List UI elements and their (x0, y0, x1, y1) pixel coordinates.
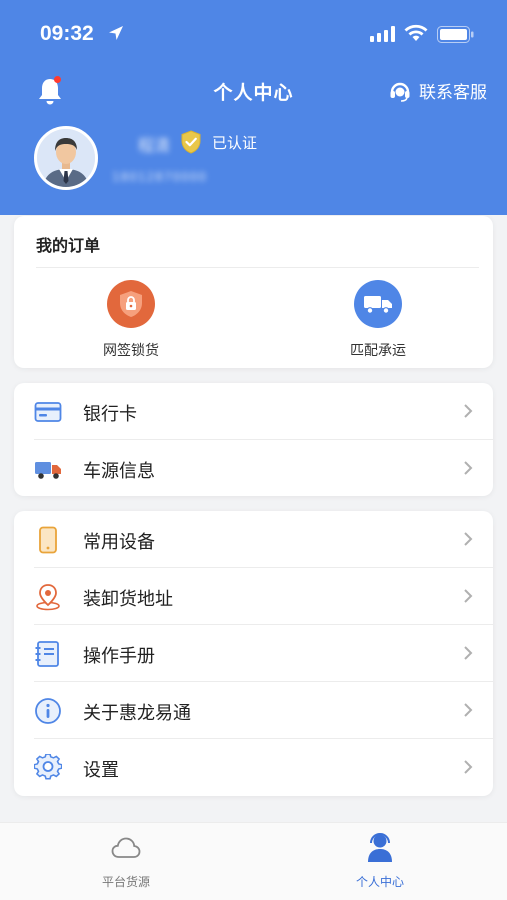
order-item-label: 匹配承运 (350, 343, 406, 359)
gear-icon (34, 754, 62, 780)
menu-item-label: 操作手册 (83, 646, 155, 667)
menu-item-about[interactable]: 关于惠龙易通 (14, 682, 493, 739)
cloud-icon (111, 837, 141, 858)
menu-item-vehicle-info[interactable]: 车源信息 (14, 440, 493, 497)
chevron-right-icon (464, 646, 473, 660)
menu-item-label: 车源信息 (83, 461, 155, 482)
user-phone: 18012870000 (112, 170, 207, 184)
bottom-tab-bar: 平台货源 个人中心 (0, 822, 507, 900)
manual-book-icon (35, 641, 59, 667)
verified-label: 已认证 (212, 133, 258, 152)
truck-icon (35, 462, 61, 479)
menu-item-label: 设置 (83, 760, 119, 781)
customer-service-button[interactable]: 联系客服 (389, 78, 487, 103)
menu-item-bank-card[interactable]: 银行卡 (14, 383, 493, 440)
status-bar: 09:32 (0, 0, 507, 66)
profile-section: 程清 已认证 18012870000 (0, 124, 507, 204)
orders-title: 我的订单 (36, 236, 101, 255)
verified-badge: 已认证 (180, 130, 257, 154)
menu-item-manual[interactable]: 操作手册 (14, 625, 493, 682)
chevron-right-icon (464, 760, 473, 774)
chevron-right-icon (464, 589, 473, 603)
menu-item-label: 装卸货地址 (83, 589, 173, 610)
avatar[interactable] (34, 126, 98, 190)
tab-personal-center[interactable]: 个人中心 (320, 833, 440, 890)
chevron-right-icon (464, 703, 473, 717)
headset-icon (390, 82, 410, 102)
tab-platform-supply[interactable]: 平台货源 (66, 833, 186, 890)
battery-icon (437, 26, 474, 43)
menu-item-label: 关于惠龙易通 (83, 703, 191, 724)
menu-item-settings[interactable]: 设置 (14, 739, 493, 796)
location-arrow-icon (109, 26, 123, 40)
tab-label: 平台货源 (101, 875, 150, 889)
menu-item-label: 常用设备 (83, 532, 155, 553)
user-name: 程清 (138, 136, 171, 155)
chevron-right-icon (464, 461, 473, 475)
order-item-match-carrier[interactable]: 匹配承运 (308, 280, 448, 360)
user-avatar-icon (37, 129, 95, 187)
chevron-right-icon (464, 404, 473, 418)
verified-shield-icon (181, 130, 201, 154)
divider (36, 267, 479, 268)
nav-header: 个人中心 联系客服 (0, 70, 507, 112)
customer-service-label: 联系客服 (419, 83, 487, 103)
location-pin-icon (36, 584, 60, 611)
chevron-right-icon (464, 532, 473, 546)
tab-label: 个人中心 (355, 875, 404, 889)
user-icon (368, 833, 392, 862)
menu-item-addresses[interactable]: 装卸货地址 (14, 568, 493, 625)
menu-item-devices[interactable]: 常用设备 (14, 511, 493, 568)
my-orders-card: 我的订单 网签锁货 匹配承运 (14, 216, 493, 368)
signal-icon (370, 26, 395, 42)
info-icon (35, 698, 61, 724)
phone-device-icon (39, 526, 57, 554)
wifi-icon (404, 24, 428, 41)
lock-shield-icon (107, 280, 155, 328)
truck-icon (354, 280, 402, 328)
order-item-contract-lock[interactable]: 网签锁货 (61, 280, 201, 360)
menu-item-label: 银行卡 (83, 404, 137, 425)
status-time: 09:32 (40, 22, 94, 45)
menu-group-1: 银行卡 车源信息 (14, 383, 493, 496)
order-item-label: 网签锁货 (103, 343, 159, 359)
bank-card-icon (34, 402, 62, 422)
menu-group-2: 常用设备 装卸货地址 操作手册 关于惠龙易通 设置 (14, 511, 493, 796)
